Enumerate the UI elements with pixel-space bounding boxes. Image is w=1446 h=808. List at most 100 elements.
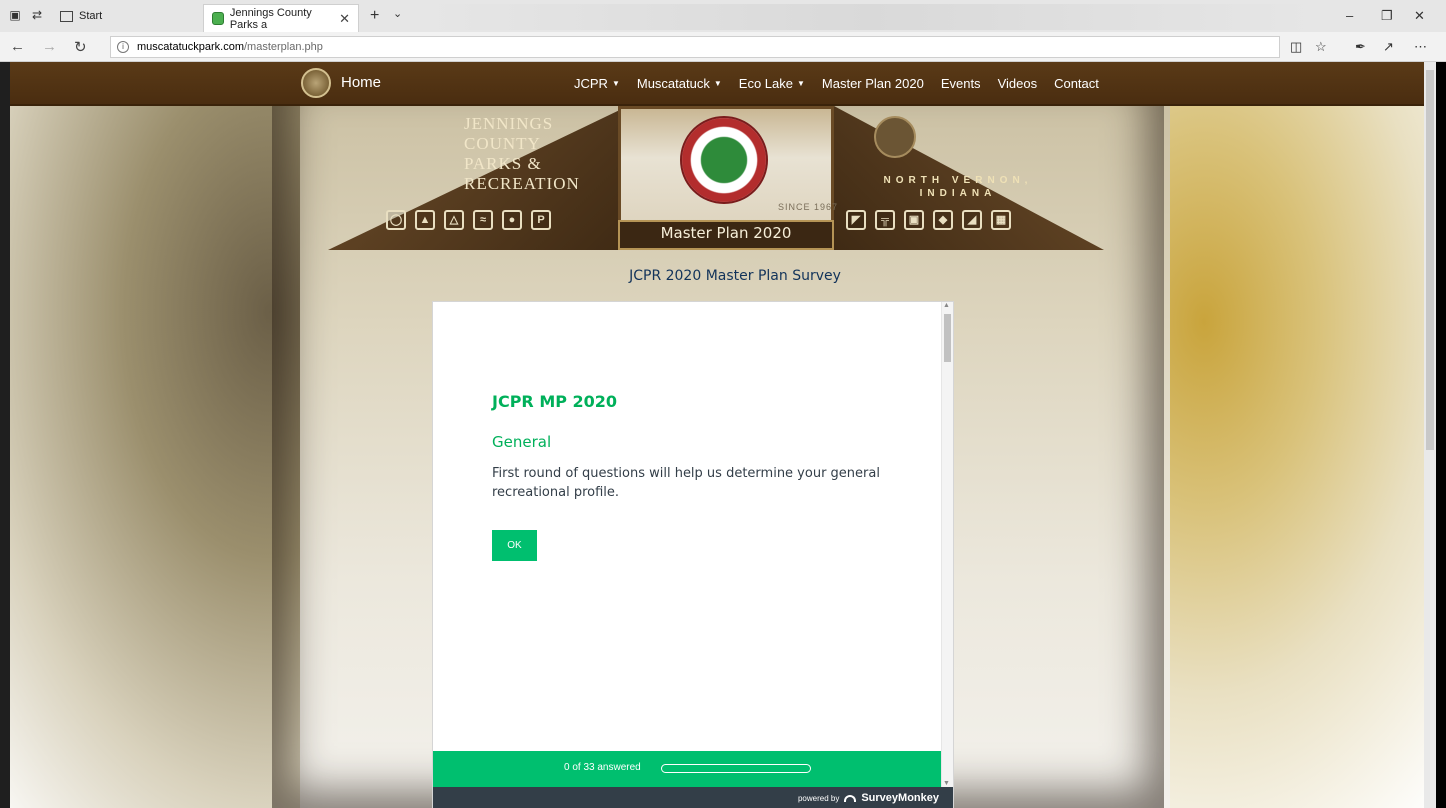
nav-item-muscatatuck[interactable]: Muscatatuck ▼ [637, 76, 722, 91]
url-path: /masterplan.php [243, 41, 323, 53]
set-aside-tabs-icon[interactable]: ⇄ [30, 8, 44, 22]
share-icon[interactable]: ↗ [1383, 39, 1394, 55]
more-icon[interactable]: ⋯ [1414, 39, 1427, 55]
browser-tab-bar: ▣ ⇄ Start Jennings County Parks a ✕ + ⌄ … [0, 0, 1446, 32]
restore-icon[interactable]: ❐ [1381, 8, 1393, 24]
site-favicon-icon [212, 12, 224, 25]
nav-item-label: Events [940, 76, 981, 91]
nav-item-contact[interactable]: Contact [1054, 76, 1099, 91]
favorite-star-icon[interactable]: ☆ [1315, 39, 1327, 55]
new-tab-icon[interactable]: + [370, 7, 379, 25]
nav-item-label: Contact [1054, 76, 1099, 91]
campfire-icon: ▲ [415, 210, 435, 230]
reading-view-icon[interactable]: ◫ [1290, 39, 1302, 55]
fishing-icon: ◤ [846, 210, 866, 230]
tab-actions-icon[interactable]: ▣ [8, 8, 22, 22]
trail-icon: ▦ [991, 210, 1011, 230]
tab-jennings-county[interactable]: Jennings County Parks a ✕ [203, 4, 359, 32]
rv-icon: ▣ [904, 210, 924, 230]
bicycle-icon: ◯ [386, 210, 406, 230]
page-scroll-thumb[interactable] [1426, 70, 1434, 450]
banner-title-line: RECREATION [464, 174, 580, 193]
close-window-icon[interactable]: ✕ [1414, 8, 1425, 24]
tab-jennings-label: Jennings County Parks a [229, 6, 312, 31]
nav-item-eco-lake[interactable]: Eco Lake ▼ [739, 76, 805, 91]
surveymonkey-brand: SurveyMonkey [861, 792, 939, 804]
oak-leaf-logo-icon[interactable] [301, 68, 331, 98]
forest-background-right [1144, 62, 1424, 808]
activity-icons-left: ◯ ▲ △ ≈ ● P [386, 210, 551, 230]
close-tab-icon[interactable]: ✕ [339, 11, 350, 27]
master-plan-label: Master Plan 2020 [660, 224, 792, 242]
back-icon[interactable]: ← [10, 38, 25, 55]
survey-footer: powered by SurveyMonkey [433, 787, 953, 808]
survey-embed[interactable]: JCPR MP 2020 General First round of ques… [432, 301, 954, 808]
site-navbar: Home JCPR ▼ Muscatatuck ▼ Eco Lake ▼ Master… [10, 62, 1424, 106]
url-domain: muscatatuckpark.com [137, 41, 244, 53]
nav-item-master-plan[interactable]: Master Plan 2020 [822, 76, 924, 91]
picnic-table-icon: ╦ [875, 210, 895, 230]
survey-description: First round of questions will help us de… [492, 466, 880, 500]
scroll-up-icon[interactable]: ▲ [943, 302, 950, 309]
tab-start-label: Start [79, 10, 103, 22]
restroom-icon: ◆ [933, 210, 953, 230]
survey-section-title: General [492, 433, 552, 451]
nav-item-events[interactable]: Events [941, 76, 981, 91]
banner-title: JENNINGS COUNTY PARKS & RECREATION [464, 114, 580, 194]
banner-title-line: PARKS & [464, 154, 542, 173]
survey-progress-bar: 0 of 33 answered [433, 751, 941, 787]
page-title: JCPR 2020 Master Plan Survey [629, 268, 841, 284]
site-info-icon[interactable]: i [117, 41, 129, 53]
boat-icon: ≈ [473, 210, 493, 230]
url-field[interactable]: i muscatatuckpark.com/masterplan.php [110, 36, 1280, 58]
nav-item-jcpr[interactable]: JCPR ▼ [574, 76, 620, 91]
caret-down-icon: ▼ [713, 79, 722, 88]
survey-scroll-thumb[interactable] [944, 314, 951, 362]
nav-home-link[interactable]: Home [341, 74, 381, 91]
parking-icon: P [531, 210, 551, 230]
location-line: INDIANA [919, 188, 997, 199]
powered-by-text: powered by [797, 793, 840, 803]
surveymonkey-logo-icon [844, 794, 857, 802]
window-edge [1436, 62, 1446, 808]
activity-icons-right: ◤ ╦ ▣ ◆ ◢ ▦ [846, 210, 1011, 230]
nav-item-label: Muscatatuck [636, 76, 710, 91]
nav-item-label: Eco Lake [738, 76, 793, 91]
banner-title-line: JENNINGS [464, 114, 554, 133]
tab-start[interactable]: Start [60, 6, 102, 26]
powered-by-label[interactable]: powered by SurveyMonkey [798, 792, 939, 804]
tent-icon: △ [444, 210, 464, 230]
nav-item-label: Videos [997, 76, 1038, 91]
survey-content: JCPR MP 2020 General First round of ques… [433, 302, 941, 751]
minimize-icon[interactable]: – [1346, 8, 1353, 23]
scroll-down-icon[interactable]: ▼ [943, 780, 950, 787]
parks-seal-logo [680, 116, 768, 204]
chevron-down-icon[interactable]: ⌄ [393, 7, 402, 20]
nav-item-label: Master Plan 2020 [821, 76, 924, 91]
refresh-icon[interactable]: ↻ [74, 38, 87, 56]
pen-icon[interactable]: ✒ [1355, 39, 1366, 55]
banner-title-line: COUNTY [464, 134, 541, 153]
county-seal-icon [874, 116, 916, 158]
caret-down-icon: ▼ [611, 79, 620, 88]
address-bar-row: ← → ↻ i muscatatuckpark.com/masterplan.p… [0, 32, 1446, 62]
location-line: NORTH VERNON, [883, 175, 1033, 186]
survey-heading: JCPR MP 2020 [492, 392, 618, 411]
tab-strip-background [420, 4, 1320, 30]
since-label: SINCE 1967 [778, 202, 839, 212]
progress-track [661, 764, 811, 773]
ok-button[interactable]: OK [492, 530, 537, 561]
forest-background-left [10, 62, 310, 808]
location-label: NORTH VERNON, INDIANA [858, 174, 1058, 200]
hiker-icon: ● [502, 210, 522, 230]
forward-icon[interactable]: → [42, 38, 57, 55]
header-banner: JENNINGS COUNTY PARKS & RECREATION SINCE… [328, 106, 1104, 250]
start-tab-icon [60, 10, 73, 22]
nav-item-label: JCPR [574, 76, 608, 91]
survey-scrollbar[interactable]: ▲ ▼ [941, 302, 953, 787]
nav-menu: JCPR ▼ Muscatatuck ▼ Eco Lake ▼ Master Plan… [574, 76, 1116, 91]
nav-item-videos[interactable]: Videos [998, 76, 1038, 91]
page-scrollbar[interactable] [1424, 62, 1436, 808]
caret-down-icon: ▼ [796, 79, 805, 88]
progress-text: 0 of 33 answered [564, 762, 641, 773]
